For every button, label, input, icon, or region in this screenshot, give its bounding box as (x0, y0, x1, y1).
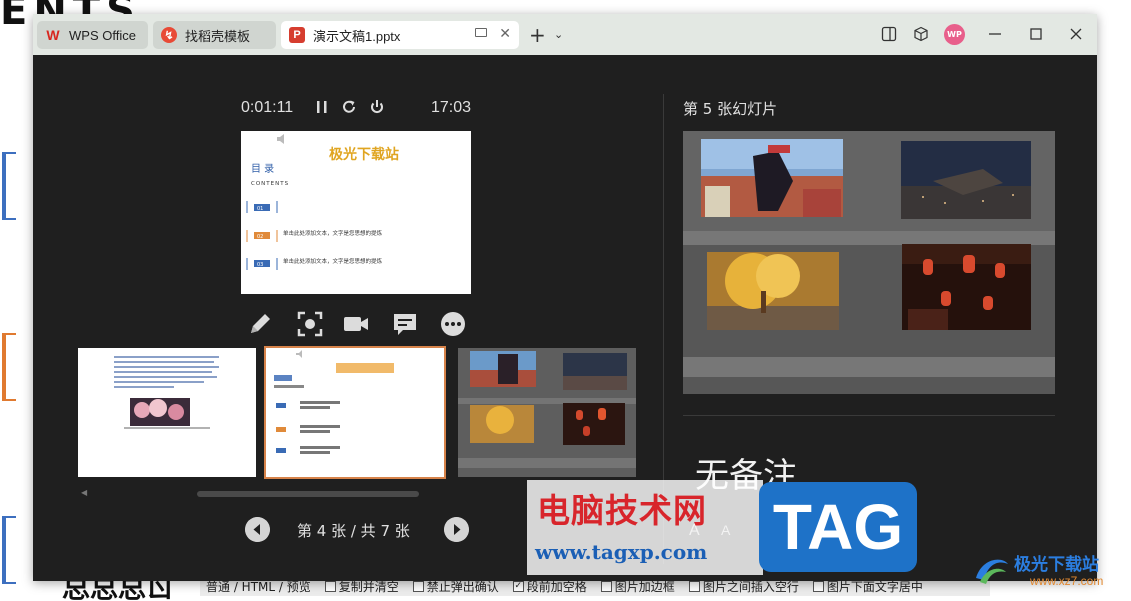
minimize-icon[interactable] (987, 26, 1003, 42)
thumbnail-canvas (458, 348, 636, 477)
checkbox[interactable] (412, 581, 424, 592)
checkbox[interactable] (324, 581, 336, 592)
checkbox-checked[interactable]: ✓ (512, 581, 524, 592)
subtitle-icon[interactable] (391, 310, 419, 338)
notes-divider (683, 415, 1055, 416)
site-watermark: 电脑技术网 www.tagxp.com TAG (527, 480, 919, 575)
previous-slide-button[interactable] (245, 517, 270, 542)
next-slide-preview[interactable] (683, 131, 1055, 394)
slide-thumbnail[interactable] (458, 348, 636, 477)
docer-icon: ↯ (161, 27, 177, 43)
page-counter: 第 4 张 / 共 7 张 (297, 522, 410, 540)
thumbnail-canvas (114, 356, 219, 429)
corner-watermark: 极光下载站 www.xz7.com (972, 548, 1127, 598)
clock: 17:03 (431, 99, 472, 116)
tab-docer-templates[interactable]: ↯ 找稻壳模板 (153, 21, 276, 49)
slide-subheading: CONTENTS (251, 181, 289, 187)
tab-label: 演示文稿1.pptx (313, 28, 401, 44)
spotlight-icon[interactable] (296, 310, 324, 338)
sidebar-toggle-icon[interactable] (881, 26, 897, 42)
more-options-icon[interactable] (439, 310, 467, 338)
avatar[interactable]: WP (944, 24, 965, 45)
restart-icon[interactable] (340, 98, 358, 116)
ppt-file-icon: P (289, 27, 305, 43)
slide-thumbnail[interactable] (78, 348, 256, 477)
tab-wps-office[interactable]: W WPS Office (37, 21, 148, 49)
corner-watermark-url: www.xz7.com (1030, 574, 1104, 588)
background-bracket (2, 333, 16, 401)
slide-item-num: 02 (257, 234, 263, 240)
next-slide-canvas (683, 131, 1055, 394)
tab-label: 找稻壳模板 (185, 28, 251, 44)
pause-icon[interactable] (313, 98, 331, 116)
monitor-icon[interactable] (475, 28, 487, 37)
pen-icon[interactable] (246, 310, 274, 338)
slide-item-text: 单击此处添加文本，文字是您思想的提炼 (283, 229, 383, 237)
slide-item-text: 单击此处添加文本，文字是您思想的提炼 (283, 257, 383, 265)
wps-logo-icon: W (46, 27, 60, 43)
close-window-icon[interactable] (1068, 26, 1084, 42)
thumbnail-canvas (274, 350, 394, 454)
background-bracket (2, 516, 16, 584)
camera-icon[interactable] (342, 310, 370, 338)
watermark-url: www.tagxp.com (535, 540, 708, 564)
current-slide-preview[interactable]: 极光下载站 目 录 CONTENTS 01 02 单击此处添加文本，文字是您思想… (241, 131, 471, 294)
chevron-down-icon[interactable]: ⌄ (554, 28, 563, 41)
tab-label: WPS Office (69, 27, 136, 43)
close-tab-icon[interactable]: ✕ (499, 25, 511, 42)
new-tab-button[interactable]: + (529, 25, 546, 45)
watermark-title: 电脑技术网 (537, 491, 707, 530)
elapsed-time: 0:01:11 (241, 99, 294, 116)
current-slide-canvas: 极光下载站 目 录 CONTENTS 01 02 单击此处添加文本，文字是您思想… (246, 134, 399, 270)
scroll-left-icon[interactable]: ◀ (81, 488, 87, 497)
watermark-tag-logo: TAG (759, 482, 917, 572)
checkbox[interactable] (600, 581, 612, 592)
cube-icon[interactable] (913, 26, 929, 42)
checkbox[interactable] (812, 581, 824, 592)
title-bar: W WPS Office ↯ 找稻壳模板 P 演示文稿1.pptx ✕ + ⌄ … (33, 14, 1097, 55)
slide-thumbnail-selected[interactable] (264, 346, 446, 479)
corner-watermark-name: 极光下载站 (1014, 555, 1099, 575)
maximize-icon[interactable] (1028, 26, 1044, 42)
background-bracket (2, 152, 16, 220)
slide-item-num: 01 (257, 206, 263, 212)
slide-title: 极光下载站 (329, 146, 399, 163)
tab-presentation[interactable]: P 演示文稿1.pptx ✕ (281, 21, 519, 49)
power-icon[interactable] (368, 98, 386, 116)
checkbox[interactable] (688, 581, 700, 592)
slide-item-num: 03 (257, 262, 263, 268)
aurora-logo-icon (976, 559, 1008, 584)
next-slide-label: 第 5 张幻灯片 (683, 100, 778, 118)
next-slide-button[interactable] (444, 517, 469, 542)
slide-heading: 目 录 (251, 163, 274, 175)
horizontal-scrollbar[interactable] (197, 491, 419, 497)
